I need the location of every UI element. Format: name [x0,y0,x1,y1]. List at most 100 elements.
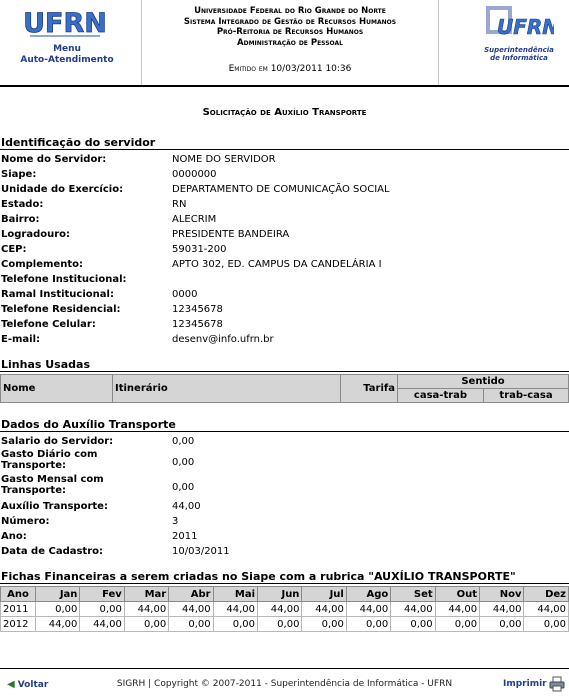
col-header-casa-trab: casa-trab [397,388,484,403]
menu-auto-atendimento-link[interactable]: Menu Auto-Atendimento [0,44,134,66]
field-complemento: Complemento: APTO 302, ED. CAMPUS DA CAND… [1,257,561,272]
linhas-usadas-table: Nome Itinerário Tarifa Sentido casa-trab… [0,374,569,403]
field-cep: CEP: 59031-200 [1,242,561,257]
field-value: 0000 [172,289,198,300]
header-line-administracao: Administração de Pessoal [237,37,343,48]
section-title-linhas-usadas: Linhas Usadas [0,358,569,372]
cell-value: 0,00 [345,616,392,632]
cell-value: 0,00 [212,616,259,632]
fichas-financeiras-table: Ano Jan Fev Mar Abr Mai Jun Jul Ago Set … [0,586,569,632]
field-label: Siape: [1,169,37,180]
field-value: 0,00 [172,457,195,468]
field-logradouro: Logradouro: PRESIDENTE BANDEIRA [1,227,561,242]
field-label: Gasto Diário com Transporte: [1,449,98,471]
emitido-date: Emitido em 10/03/2011 10:36 [228,64,352,74]
report-header: UFRN Menu Auto-Atendimento Universidade … [0,0,569,85]
cell-value: 44,00 [479,601,525,617]
field-value: 0,00 [172,436,195,447]
field-bairro: Bairro: ALECRIM [1,212,561,227]
col-header: Jan [34,586,81,602]
cell-value: 44,00 [34,616,81,632]
col-header: Ago [345,586,392,602]
sinfo-line2: de Informática [490,54,548,62]
auto-atendimento-label: Auto-Atendimento [20,55,114,65]
page-title: Solicitação de Auxílio Transporte [202,107,367,118]
field-label: Ano: [1,531,27,542]
col-header-trab-casa: trab-casa [483,388,569,403]
field-label: Telefone Institucional: [1,274,127,285]
field-value: ALECRIM [172,214,217,225]
field-label: Logradouro: [1,229,71,240]
table-row: 2011 0,00 0,00 44,00 44,00 44,00 44,00 4… [0,601,569,617]
cell-value: 0,00 [479,616,525,632]
cell-value: 0,00 [257,616,303,632]
printer-icon[interactable] [549,676,565,692]
col-header: Fev [79,586,125,602]
field-email: E-mail: desenv@info.ufrn.br [1,332,561,347]
table-row: 2012 44,00 44,00 0,00 0,00 0,00 0,00 0,0… [0,616,569,632]
menu-label: Menu [53,44,81,54]
cell-value: 44,00 [212,601,259,617]
col-header: Out [434,586,481,602]
cell-value: 44,00 [345,601,392,617]
cell-value: 44,00 [257,601,303,617]
field-value: 10/03/2011 [172,546,230,557]
field-ano: Ano: 2011 [1,529,561,544]
field-value: NOME DO SERVIDOR [172,154,276,165]
col-header-sentido: Sentido [397,374,569,389]
field-value: 59031-200 [172,244,227,255]
cell-value: 0,00 [434,616,481,632]
header-line-pro-reitoria: Pró-Reitoria de Recursos Humanos [216,27,364,37]
sinfo-line1: Superintendência [484,46,554,54]
field-label: Número: [1,516,50,527]
field-value: 44,00 [172,501,201,512]
header-divider [0,85,569,87]
ufrn-logo[interactable]: UFRN [22,6,108,40]
field-value: 12345678 [172,304,223,315]
field-telefone-institucional: Telefone Institucional: [1,272,561,287]
cell-value: 0,00 [390,616,436,632]
col-header: Nov [479,586,525,602]
field-label: Bairro: [1,214,40,225]
field-value: 3 [172,516,179,527]
ufrn-logo-text: UFRN [23,8,107,39]
field-ramal-institucional: Ramal Institucional: 0000 [1,287,561,302]
col-header: Mai [212,586,259,602]
footer-divider [0,668,569,669]
section-title-auxilio: Dados do Auxílio Transporte [0,418,569,432]
field-label: Telefone Residencial: [1,304,121,315]
section-title-fichas: Fichas Financeiras a serem criadas no Si… [0,570,569,584]
sinfo-logo-text: UFRN [497,15,554,39]
field-label: Ramal Institucional: [1,289,114,300]
cell-value: 0,00 [168,616,214,632]
col-header: Dez [523,586,569,602]
table-header-row: Ano Jan Fev Mar Abr Mai Jun Jul Ago Set … [0,586,569,602]
cell-value: 0,00 [34,601,81,617]
field-estado: Estado: RN [1,197,561,212]
imprimir-link[interactable]: Imprimir [503,679,547,689]
cell-ano: 2011 [0,601,36,617]
field-label: Gasto Mensal com Transporte: [1,474,104,496]
sinfo-logo: UFRN [486,6,554,39]
field-value: DEPARTAMENTO DE COMUNICAÇÃO SOCIAL [172,184,390,195]
field-siape: Siape: 0000000 [1,167,561,182]
col-header: Jun [257,586,303,602]
col-header-itinerario: Itinerário [112,374,341,403]
col-header: Ano [0,586,36,602]
field-label: Salario do Servidor: [1,436,114,447]
field-label: Nome do Servidor: [1,154,107,165]
col-header-nome: Nome [0,374,113,403]
back-arrow-icon: ◀ [7,679,15,690]
voltar-link[interactable]: ◀ Voltar [7,679,48,690]
field-label: Data de Cadastro: [1,546,104,557]
field-value: 2011 [172,531,198,542]
field-gasto-mensal: Gasto Mensal com Transporte: 0,00 [1,474,561,499]
header-right: UFRN Superintendência de Informática [440,0,569,85]
cell-value: 44,00 [301,601,347,617]
field-label: Estado: [1,199,44,210]
voltar-label: Voltar [17,680,49,690]
field-gasto-diario: Gasto Diário com Transporte: 0,00 [1,449,561,474]
col-header: Set [390,586,436,602]
col-header: Jul [301,586,347,602]
field-label: CEP: [1,244,27,255]
